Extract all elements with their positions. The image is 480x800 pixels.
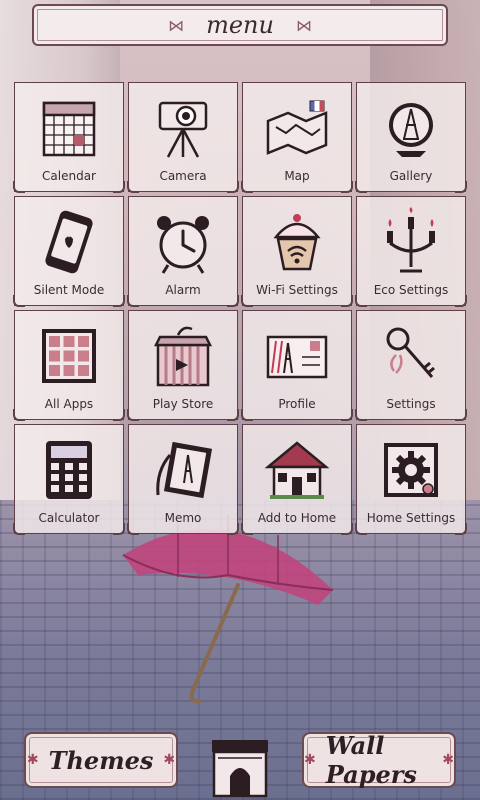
house-icon xyxy=(264,441,330,499)
tile-label: Calendar xyxy=(42,169,96,183)
grid-icon xyxy=(42,329,96,383)
gift-box-icon xyxy=(153,326,213,387)
cupcake-wifi-icon xyxy=(273,214,321,271)
tile-play-store[interactable]: Play Store xyxy=(127,310,239,421)
tile-label: Home Settings xyxy=(366,511,456,525)
tile-label: Eco Settings xyxy=(373,283,449,297)
gallery-icon xyxy=(389,103,433,157)
star-icon: ✱ xyxy=(442,752,454,768)
tile-label: Profile xyxy=(278,397,316,411)
tile-label: Silent Mode xyxy=(33,283,105,297)
tile-label: Alarm xyxy=(165,283,201,297)
tile-label: All Apps xyxy=(44,397,94,411)
tile-camera[interactable]: Camera xyxy=(127,82,239,193)
tile-label: Gallery xyxy=(389,169,433,183)
tile-label: Camera xyxy=(159,169,207,183)
key-icon xyxy=(386,327,435,378)
tile-gallery[interactable]: Gallery xyxy=(355,82,467,193)
themes-label: Themes xyxy=(48,745,154,775)
arc-de-triomphe-icon xyxy=(212,740,268,798)
tile-label: Memo xyxy=(164,511,202,525)
tile-all-apps[interactable]: All Apps xyxy=(13,310,125,421)
candelabra-icon xyxy=(387,207,435,273)
tile-alarm[interactable]: Alarm xyxy=(127,196,239,307)
tile-add-to-home[interactable]: Add to Home xyxy=(241,424,353,535)
menu-header: ⋈ menu ⋈ xyxy=(32,4,448,46)
alarm-clock-icon xyxy=(157,216,209,274)
umbrella-image xyxy=(122,515,334,704)
camera-icon xyxy=(158,101,208,158)
star-icon: ✱ xyxy=(163,752,176,768)
tile-profile[interactable]: Profile xyxy=(241,310,353,421)
calculator-icon xyxy=(46,441,92,499)
tile-map[interactable]: Map xyxy=(241,82,353,193)
themes-button[interactable]: ✱ Themes ✱ xyxy=(24,732,178,788)
bow-icon: ⋈ xyxy=(295,15,312,35)
phone-icon xyxy=(45,210,93,274)
star-icon: ✱ xyxy=(26,752,39,768)
tile-label: Play Store xyxy=(152,397,214,411)
tile-label: Map xyxy=(284,169,310,183)
memo-icon xyxy=(156,441,213,499)
page-title: menu xyxy=(206,11,274,39)
tile-wifi-settings[interactable]: Wi-Fi Settings xyxy=(241,196,353,307)
tile-silent-mode[interactable]: Silent Mode xyxy=(13,196,125,307)
tile-eco-settings[interactable]: Eco Settings xyxy=(355,196,467,307)
bow-icon: ⋈ xyxy=(168,15,185,35)
tile-settings[interactable]: Settings xyxy=(355,310,467,421)
tile-calendar[interactable]: Calendar xyxy=(13,82,125,193)
star-icon: ✱ xyxy=(304,752,316,768)
tile-label: Wi-Fi Settings xyxy=(256,283,338,297)
postcard-icon xyxy=(266,335,328,379)
wallpapers-button[interactable]: ✱ Wall Papers ✱ xyxy=(302,731,456,789)
tile-memo[interactable]: Memo xyxy=(127,424,239,535)
tile-label: Add to Home xyxy=(257,511,337,525)
tile-calculator[interactable]: Calculator xyxy=(13,424,125,535)
wallpapers-label: Wall Papers xyxy=(325,731,417,789)
calendar-icon xyxy=(42,101,96,157)
app-grid: Calendar Camera Map Gallery Silent Mode … xyxy=(12,80,468,536)
gear-icon xyxy=(384,443,438,497)
tile-label: Calculator xyxy=(38,511,100,525)
tile-home-settings[interactable]: Home Settings xyxy=(355,424,467,535)
tile-label: Settings xyxy=(386,397,436,411)
map-icon xyxy=(266,100,328,155)
